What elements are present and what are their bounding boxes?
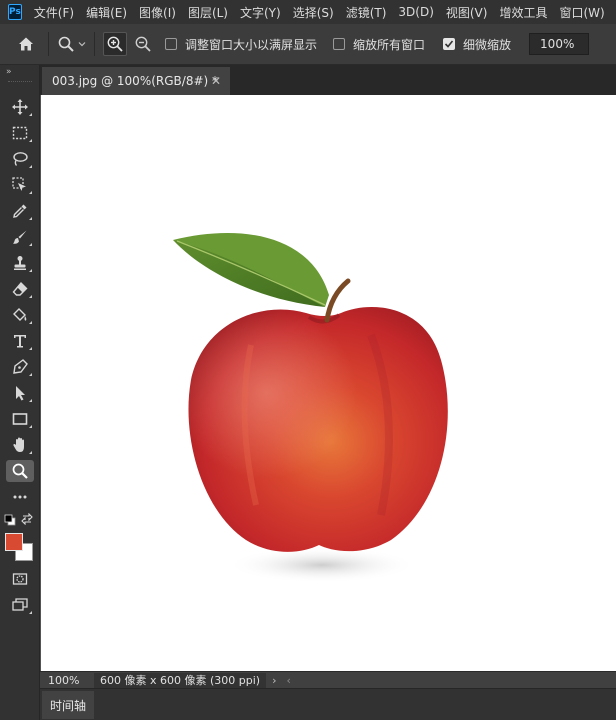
move-icon [12, 99, 28, 115]
object-select-icon [12, 177, 26, 191]
move-tool[interactable] [6, 96, 34, 118]
resize-windows-label: 调整窗口大小以满屏显示 [185, 37, 318, 52]
menu-select[interactable]: 选择(S) [287, 4, 340, 21]
pen-tool[interactable] [6, 356, 34, 378]
arrow-icon [16, 386, 25, 401]
menu-layer[interactable]: 图层(L) [182, 4, 234, 21]
rectangle-icon [12, 413, 28, 425]
zoom-out-icon [135, 36, 151, 52]
menu-help[interactable]: 帮助 [611, 4, 616, 21]
hand-icon [13, 437, 24, 452]
zoom-all-windows-label: 缩放所有窗口 [353, 37, 426, 52]
zoom-value-field[interactable]: 100% [529, 33, 590, 55]
quick-mask-button[interactable] [6, 568, 34, 590]
brush-tool[interactable] [6, 226, 34, 248]
home-button[interactable] [12, 30, 40, 58]
scrubby-zoom-checkbox[interactable]: 细微缩放 [443, 36, 511, 53]
document-tab-title: 003.jpg @ 100%(RGB/8#) * [52, 74, 219, 88]
zoom-icon [58, 36, 74, 52]
resize-windows-checkbox[interactable]: 调整窗口大小以满屏显示 [165, 36, 317, 53]
photoshop-logo: Ps [8, 4, 22, 20]
chevron-down-icon [78, 42, 86, 47]
brush-icon [13, 230, 27, 244]
timeline-tab[interactable]: 时间轴 [42, 691, 95, 719]
close-icon[interactable]: ✕ [211, 74, 221, 88]
tool-preset-picker[interactable] [57, 35, 86, 53]
eraser-icon [12, 281, 28, 296]
eyedropper-icon [13, 204, 27, 218]
zoom-in-icon [107, 36, 123, 52]
rect-marquee-icon [12, 126, 28, 140]
rectangle-tool[interactable] [6, 408, 34, 430]
check-icon [444, 40, 454, 48]
zoom-icon [12, 463, 28, 479]
default-colors-icon[interactable] [4, 514, 16, 526]
document-info: 600 像素 x 600 像素 (300 ppi) [94, 672, 267, 688]
divider [48, 32, 49, 56]
foreground-color-swatch[interactable] [5, 533, 23, 551]
menu-edit[interactable]: 编辑(E) [80, 4, 133, 21]
eraser-tool[interactable] [6, 278, 34, 300]
timeline-panel: 时间轴 [40, 688, 616, 720]
zoom-in-button[interactable] [103, 32, 127, 56]
clone-stamp-tool[interactable] [6, 252, 34, 274]
bucket-icon [13, 308, 27, 321]
chevron-right-icon[interactable]: › [272, 674, 276, 687]
apple-image [173, 232, 448, 583]
type-tool[interactable] [6, 330, 34, 352]
swap-colors-icon[interactable] [21, 513, 33, 525]
canvas[interactable] [41, 95, 616, 671]
status-zoom-level[interactable]: 100% [40, 674, 94, 687]
document-tab-strip: 003.jpg @ 100%(RGB/8#) * ✕ [40, 65, 616, 95]
document-tab[interactable]: 003.jpg @ 100%(RGB/8#) * ✕ [42, 67, 230, 95]
menu-bar: Ps 文件(F) 编辑(E) 图像(I) 图层(L) 文字(Y) 选择(S) 滤… [0, 0, 616, 24]
zoom-all-windows-checkbox[interactable]: 缩放所有窗口 [333, 36, 425, 53]
menu-image[interactable]: 图像(I) [133, 4, 182, 21]
checkbox-box[interactable] [165, 38, 177, 50]
menu-type[interactable]: 文字(Y) [234, 4, 287, 21]
menu-view[interactable]: 视图(V) [440, 4, 494, 21]
path-select-tool[interactable] [6, 382, 34, 404]
panel-grip[interactable] [8, 81, 32, 84]
checkbox-box[interactable] [333, 38, 346, 50]
more-tools[interactable] [6, 486, 34, 508]
eyedropper-tool[interactable] [6, 200, 34, 222]
object-select-tool[interactable] [6, 174, 34, 196]
menu-3d[interactable]: 3D(D) [392, 5, 439, 19]
type-icon [14, 335, 26, 348]
menu-window[interactable]: 窗口(W) [553, 4, 610, 21]
stamp-icon [14, 256, 26, 270]
menu-plugins[interactable]: 增效工具 [493, 4, 553, 21]
menu-filter[interactable]: 滤镜(T) [340, 4, 393, 21]
screen-mode-icon [12, 598, 28, 611]
options-bar: 调整窗口大小以满屏显示 缩放所有窗口 细微缩放 100% [0, 24, 616, 65]
pen-icon [13, 359, 28, 374]
hand-tool[interactable] [6, 434, 34, 456]
scrubby-zoom-label: 细微缩放 [463, 37, 512, 52]
paint-bucket-tool[interactable] [6, 304, 34, 326]
quick-mask-icon [12, 573, 28, 585]
zoom-out-button[interactable] [131, 32, 155, 56]
lasso-icon [13, 152, 28, 166]
more-icon [13, 495, 27, 499]
collapse-icon[interactable]: » [6, 67, 12, 77]
checkbox-box-checked[interactable] [443, 38, 456, 50]
tools-panel: » [0, 65, 40, 720]
chevron-left-icon[interactable]: ‹ [287, 674, 291, 687]
zoom-tool[interactable] [6, 460, 34, 482]
screen-mode-button[interactable] [6, 594, 34, 616]
marquee-tool[interactable] [6, 122, 34, 144]
home-icon [19, 37, 33, 51]
menu-file[interactable]: 文件(F) [28, 4, 80, 21]
lasso-tool[interactable] [6, 148, 34, 170]
status-bar: 100% 600 像素 x 600 像素 (300 ppi) › ‹ [40, 671, 616, 688]
divider [94, 32, 95, 56]
